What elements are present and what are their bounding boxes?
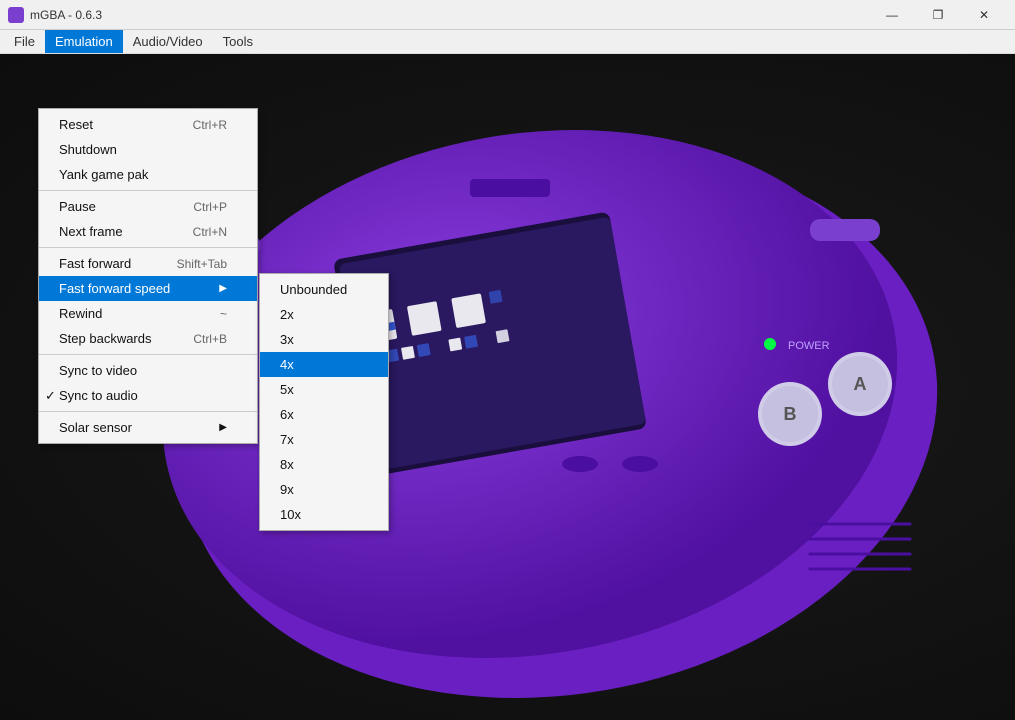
speed-4x[interactable]: 4x <box>260 352 388 377</box>
menu-bar: File Emulation Audio/Video Tools <box>0 30 1015 54</box>
speed-7x[interactable]: 7x <box>260 427 388 452</box>
speed-unbounded[interactable]: Unbounded <box>260 277 388 302</box>
title-text: mGBA - 0.6.3 <box>30 8 102 22</box>
svg-text:A: A <box>854 374 867 394</box>
menu-fast-forward[interactable]: Fast forward Shift+Tab <box>39 251 257 276</box>
maximize-button[interactable]: ❐ <box>915 0 961 30</box>
menu-file[interactable]: File <box>4 30 45 53</box>
submenu-arrow: ▶ <box>219 283 227 294</box>
menu-pause[interactable]: Pause Ctrl+P <box>39 194 257 219</box>
menu-yank-game-pak[interactable]: Yank game pak <box>39 162 257 187</box>
separator-3 <box>39 354 257 355</box>
speed-8x[interactable]: 8x <box>260 452 388 477</box>
menu-emulation[interactable]: Emulation <box>45 30 123 53</box>
menu-shutdown[interactable]: Shutdown <box>39 137 257 162</box>
emulation-dropdown: Reset Ctrl+R Shutdown Yank game pak Paus… <box>38 108 258 444</box>
dropdown-container: Reset Ctrl+R Shutdown Yank game pak Paus… <box>0 108 258 444</box>
menu-fast-forward-speed[interactable]: Fast forward speed ▶ <box>39 276 257 301</box>
svg-text:B: B <box>784 404 797 424</box>
menu-audio-video[interactable]: Audio/Video <box>123 30 213 53</box>
title-bar-controls: — ❐ ✕ <box>869 0 1007 30</box>
speed-5x[interactable]: 5x <box>260 377 388 402</box>
speed-9x[interactable]: 9x <box>260 477 388 502</box>
menu-sync-to-audio[interactable]: Sync to audio <box>39 383 257 408</box>
svg-text:POWER: POWER <box>788 340 830 352</box>
menu-reset[interactable]: Reset Ctrl+R <box>39 112 257 137</box>
separator-2 <box>39 247 257 248</box>
menu-rewind[interactable]: Rewind ~ <box>39 301 257 326</box>
solar-sensor-arrow: ▶ <box>219 422 227 433</box>
menu-tools[interactable]: Tools <box>213 30 263 53</box>
separator-1 <box>39 190 257 191</box>
menu-step-backwards[interactable]: Step backwards Ctrl+B <box>39 326 257 351</box>
menu-solar-sensor[interactable]: Solar sensor ▶ <box>39 415 257 440</box>
app-icon <box>8 7 24 23</box>
separator-4 <box>39 411 257 412</box>
title-bar-left: mGBA - 0.6.3 <box>8 7 102 23</box>
menu-sync-to-video[interactable]: Sync to video <box>39 358 257 383</box>
fast-forward-submenu: Unbounded 2x 3x 4x 5x 6x 7x 8x 9x 10x <box>259 273 389 531</box>
close-button[interactable]: ✕ <box>961 0 1007 30</box>
speed-3x[interactable]: 3x <box>260 327 388 352</box>
speed-10x[interactable]: 10x <box>260 502 388 527</box>
speed-2x[interactable]: 2x <box>260 302 388 327</box>
minimize-button[interactable]: — <box>869 0 915 30</box>
menu-next-frame[interactable]: Next frame Ctrl+N <box>39 219 257 244</box>
title-bar: mGBA - 0.6.3 — ❐ ✕ <box>0 0 1015 30</box>
main-content: B A POWER Reset <box>0 54 1015 720</box>
menu-fast-forward-speed-wrapper: Fast forward speed ▶ Unbounded 2x 3x 4x … <box>39 276 257 301</box>
speed-6x[interactable]: 6x <box>260 402 388 427</box>
